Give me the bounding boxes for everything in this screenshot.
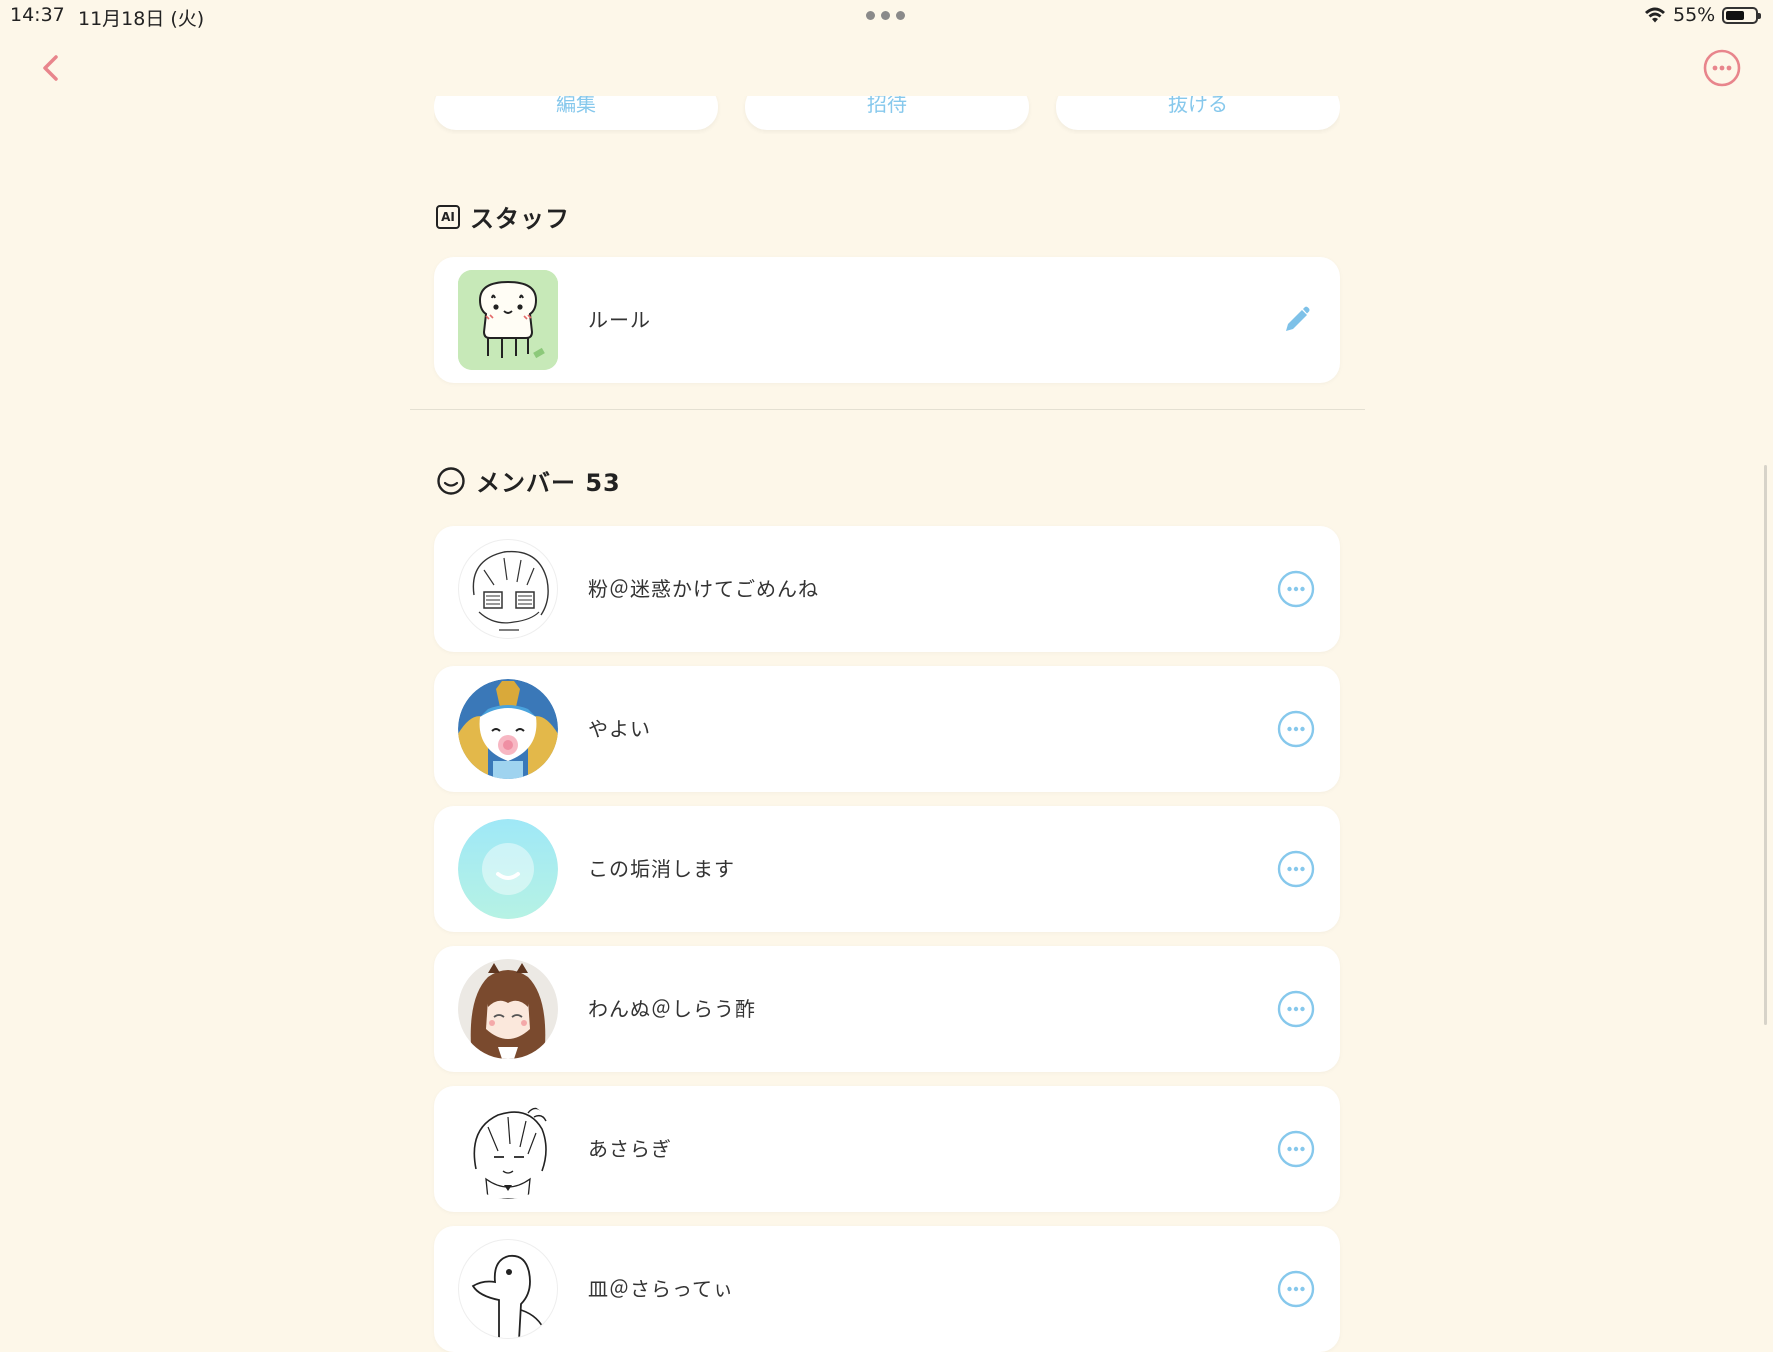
section-divider xyxy=(410,409,1365,410)
member-row[interactable]: わんぬ＠しらう酢 xyxy=(434,946,1340,1072)
edit-rules-button[interactable] xyxy=(1276,300,1316,340)
more-circle-icon xyxy=(1277,1130,1315,1168)
more-circle-icon xyxy=(1703,49,1741,87)
status-bar: 14:37 11月18日 (火) 55% xyxy=(0,0,1773,32)
staff-item-rules[interactable]: ルール xyxy=(434,257,1340,383)
avatar xyxy=(458,959,558,1059)
edit-button[interactable]: 編集 xyxy=(434,96,718,130)
member-row[interactable]: やよい xyxy=(434,666,1340,792)
avatar xyxy=(458,1099,558,1199)
avatar xyxy=(458,679,558,779)
member-name: 粉＠迷惑かけてごめんね xyxy=(588,577,819,601)
more-circle-icon xyxy=(1277,1270,1315,1308)
staff-section-header: AI スタッフ xyxy=(436,199,570,234)
invite-button[interactable]: 招待 xyxy=(745,96,1029,130)
avatar xyxy=(458,539,558,639)
member-options-button[interactable] xyxy=(1276,989,1316,1029)
members-section-title: メンバー 53 xyxy=(476,469,621,497)
more-options-button[interactable] xyxy=(1702,48,1742,88)
member-options-button[interactable] xyxy=(1276,849,1316,889)
status-time: 14:37 xyxy=(10,4,65,26)
staff-section-title: スタッフ xyxy=(470,205,570,233)
scrollbar[interactable] xyxy=(1764,465,1767,1025)
chevron-left-icon xyxy=(43,55,58,81)
more-circle-icon xyxy=(1277,570,1315,608)
multitasking-dots-icon[interactable] xyxy=(866,11,906,21)
battery-icon xyxy=(1722,7,1761,24)
member-name: 皿＠さらってぃ xyxy=(588,1277,734,1301)
member-name: やよい xyxy=(588,717,651,741)
member-row[interactable]: あさらぎ xyxy=(434,1086,1340,1212)
group-actions: 編集 招待 抜ける xyxy=(434,96,1340,134)
member-options-button[interactable] xyxy=(1276,1269,1316,1309)
member-name: わんぬ＠しらう酢 xyxy=(588,997,756,1021)
more-circle-icon xyxy=(1277,850,1315,888)
back-button[interactable] xyxy=(36,48,66,88)
avatar xyxy=(458,270,558,370)
avatar xyxy=(458,819,558,919)
member-row[interactable]: 粉＠迷惑かけてごめんね xyxy=(434,526,1340,652)
member-name: あさらぎ xyxy=(588,1137,672,1161)
smiley-icon xyxy=(437,466,465,495)
leave-button[interactable]: 抜ける xyxy=(1056,96,1340,130)
member-row[interactable]: 皿＠さらってぃ xyxy=(434,1226,1340,1352)
wifi-icon xyxy=(1645,7,1665,23)
staff-item-name: ルール xyxy=(588,308,651,332)
avatar xyxy=(458,1239,558,1339)
more-circle-icon xyxy=(1277,710,1315,748)
pencil-icon xyxy=(1286,306,1310,331)
member-row[interactable]: この垢消します xyxy=(434,806,1340,932)
member-options-button[interactable] xyxy=(1276,569,1316,609)
status-date: 11月18日 (火) xyxy=(78,8,205,30)
members-section-header: メンバー 53 xyxy=(436,463,621,498)
member-options-button[interactable] xyxy=(1276,709,1316,749)
member-options-button[interactable] xyxy=(1276,1129,1316,1169)
member-name: この垢消します xyxy=(588,857,735,881)
battery-percentage: 55% xyxy=(1673,4,1716,26)
more-circle-icon xyxy=(1277,990,1315,1028)
ai-icon: AI xyxy=(436,204,460,229)
